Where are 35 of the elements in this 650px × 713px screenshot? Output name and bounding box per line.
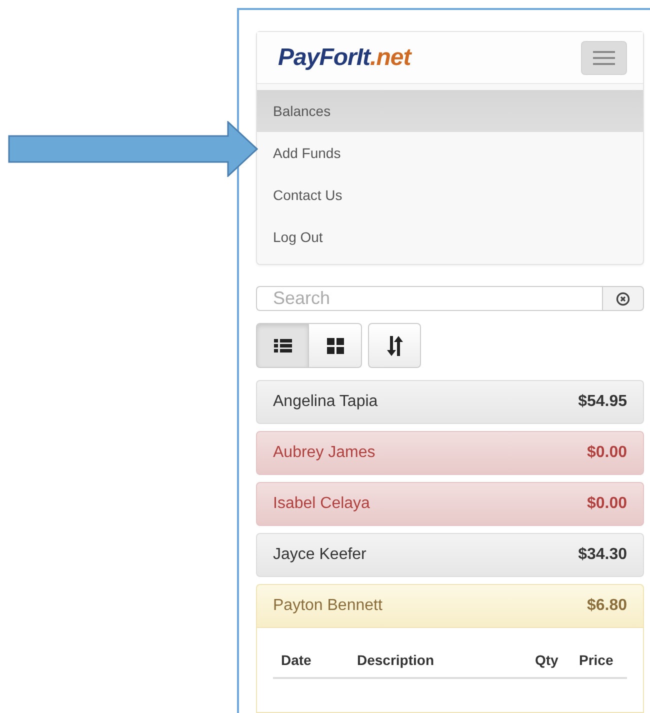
sort-button[interactable]: [368, 323, 421, 368]
column-header: Price: [579, 652, 614, 668]
search-field[interactable]: Search: [256, 286, 602, 311]
column-header: Qty: [535, 652, 560, 668]
grid-view-button[interactable]: [309, 323, 362, 368]
column-header: Description: [357, 652, 436, 668]
nav-item[interactable]: Contact Us: [257, 174, 643, 216]
account-name: Payton Bennett: [273, 597, 382, 615]
nav-item[interactable]: Balances: [257, 90, 643, 132]
clear-icon: [616, 292, 630, 306]
account-row[interactable]: Isabel Celaya $0.00: [256, 482, 644, 526]
grid-icon: [326, 338, 344, 354]
menu-icon: [593, 50, 615, 64]
account-name: Angelina Tapia: [273, 393, 378, 411]
sort-icon: [386, 336, 404, 356]
account-name: Jayce Keefer: [273, 546, 366, 564]
account-name: Isabel Celaya: [273, 495, 370, 513]
account-balance: $34.30: [578, 546, 627, 564]
account-row[interactable]: Aubrey James $0.00: [256, 431, 644, 475]
menu-button[interactable]: [581, 40, 627, 74]
clear-button[interactable]: [602, 286, 644, 311]
account-name: Aubrey James: [273, 444, 376, 462]
nav-item[interactable]: Add Funds: [257, 132, 643, 174]
account-balance: $0.00: [586, 495, 627, 513]
list-icon: [274, 338, 292, 354]
logo[interactable]: PayForIt.net: [278, 44, 411, 72]
column-header: Date: [281, 652, 312, 668]
account-row[interactable]: Angelina Tapia $54.95: [256, 380, 644, 424]
account-balance: $0.00: [586, 444, 627, 462]
account-row[interactable]: Payton Bennett $6.80: [256, 584, 644, 628]
nav-item[interactable]: Log Out: [257, 216, 643, 258]
list-view-button[interactable]: [256, 323, 309, 368]
account-row[interactable]: Jayce Keefer $34.30: [256, 533, 644, 577]
account-balance: $54.95: [578, 393, 627, 411]
account-balance: $6.80: [586, 597, 627, 615]
